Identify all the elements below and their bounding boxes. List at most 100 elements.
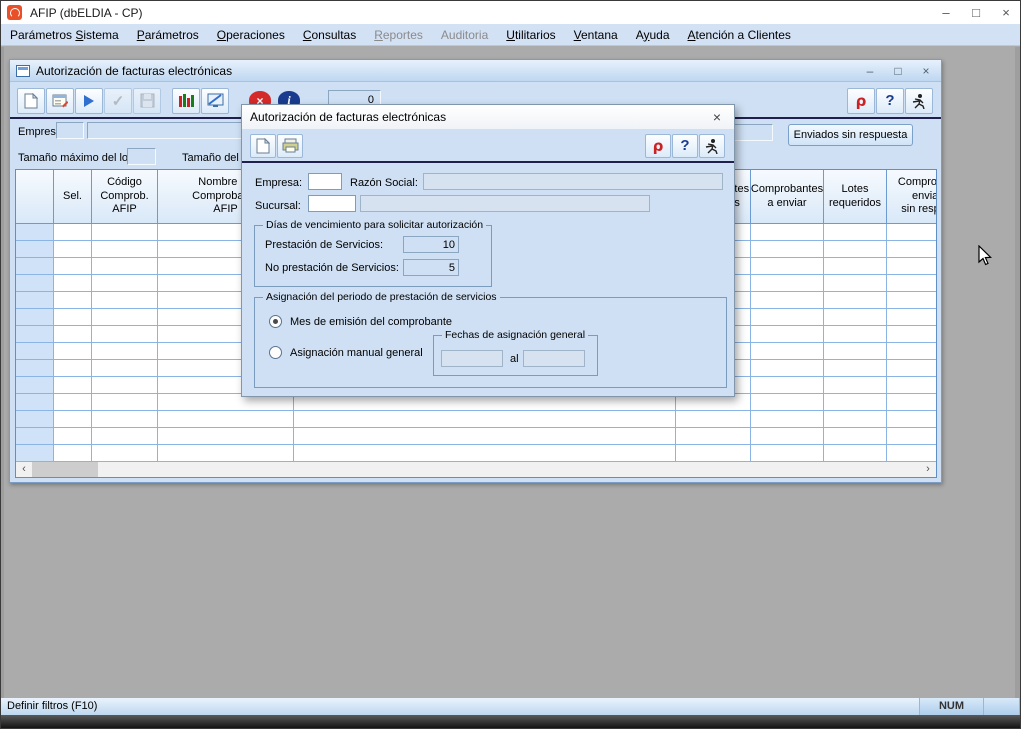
grid-cell[interactable] <box>92 343 158 359</box>
grid-cell[interactable] <box>751 360 824 376</box>
grid-cell[interactable] <box>54 445 92 461</box>
grid-cell[interactable] <box>92 394 158 410</box>
grid-cell[interactable] <box>54 241 92 257</box>
grid-cell[interactable] <box>676 428 751 444</box>
grid-cell[interactable] <box>824 258 887 274</box>
column-header-lotes[interactable]: Lotes requeridos <box>824 170 887 223</box>
grid-cell[interactable] <box>54 224 92 240</box>
grid-cell[interactable] <box>887 394 937 410</box>
grid-cell[interactable] <box>824 394 887 410</box>
grid-cell[interactable] <box>16 377 54 393</box>
properties-button[interactable] <box>46 88 74 114</box>
enviados-sin-respuesta-button[interactable]: Enviados sin respuesta <box>788 124 913 146</box>
grid-cell[interactable] <box>824 224 887 240</box>
grid-cell[interactable] <box>54 275 92 291</box>
column-header-sel[interactable]: Sel. <box>54 170 92 223</box>
grid-cell[interactable] <box>16 394 54 410</box>
column-header-codigo[interactable]: Código Comprob. AFIP <box>92 170 158 223</box>
grid-cell[interactable] <box>16 428 54 444</box>
child-minimize-icon[interactable]: – <box>861 64 879 78</box>
grid-cell[interactable] <box>887 377 937 393</box>
grid-cell[interactable] <box>751 275 824 291</box>
column-header-selector[interactable] <box>16 170 54 223</box>
save-button[interactable] <box>133 88 161 114</box>
close-icon[interactable]: × <box>998 5 1014 20</box>
grid-cell[interactable] <box>54 377 92 393</box>
grid-cell[interactable] <box>92 224 158 240</box>
run-button[interactable] <box>75 88 103 114</box>
grid-cell[interactable] <box>16 309 54 325</box>
new-document-button[interactable] <box>17 88 45 114</box>
grid-cell[interactable] <box>824 377 887 393</box>
grid-cell[interactable] <box>92 309 158 325</box>
grid-cell[interactable] <box>16 343 54 359</box>
grid-cell[interactable] <box>158 445 294 461</box>
empresa-name-field[interactable] <box>87 122 247 139</box>
menu-item-reportes[interactable]: Reportes <box>365 25 432 45</box>
dialog-close-icon[interactable]: × <box>708 109 726 125</box>
grid-cell[interactable] <box>54 326 92 342</box>
grid-cell[interactable] <box>16 326 54 342</box>
fecha-hasta-input[interactable] <box>523 350 585 367</box>
grid-cell[interactable] <box>751 224 824 240</box>
fecha-desde-input[interactable] <box>441 350 503 367</box>
grid-cell[interactable] <box>887 258 937 274</box>
grid-cell[interactable] <box>751 394 824 410</box>
minimize-icon[interactable]: – <box>938 5 954 20</box>
menu-item-utilitarios[interactable]: Utilitarios <box>497 25 564 45</box>
grid-cell[interactable] <box>92 326 158 342</box>
grid-cell[interactable] <box>751 445 824 461</box>
grid-cell[interactable] <box>887 275 937 291</box>
dialog-help-button[interactable]: ? <box>672 134 698 158</box>
grid-cell[interactable] <box>824 292 887 308</box>
column-header-a-enviar[interactable]: Comprobantes a enviar <box>751 170 824 223</box>
radio-asignacion-manual[interactable] <box>269 346 282 359</box>
menu-item-operaciones[interactable]: Operaciones <box>208 25 294 45</box>
grid-cell[interactable] <box>54 309 92 325</box>
grid-cell[interactable] <box>16 445 54 461</box>
grid-cell[interactable] <box>54 343 92 359</box>
grid-cell[interactable] <box>824 309 887 325</box>
grid-cell[interactable] <box>751 428 824 444</box>
razon-social-input[interactable] <box>423 173 723 190</box>
grid-cell[interactable] <box>16 258 54 274</box>
dialog-print-button[interactable] <box>277 134 303 158</box>
grid-cell[interactable] <box>92 445 158 461</box>
menu-item-parametros-sistema[interactable]: Parámetros Sistema <box>1 25 128 45</box>
grid-cell[interactable] <box>887 292 937 308</box>
grid-cell[interactable] <box>54 292 92 308</box>
grid-cell[interactable] <box>294 411 676 427</box>
grid-cell[interactable] <box>751 309 824 325</box>
empresa-code-field[interactable] <box>56 122 84 139</box>
grid-cell[interactable] <box>158 411 294 427</box>
grid-cell[interactable] <box>16 360 54 376</box>
grid-cell[interactable] <box>54 428 92 444</box>
no-prestacion-input[interactable] <box>403 259 459 276</box>
grid-cell[interactable] <box>92 292 158 308</box>
grid-cell[interactable] <box>92 411 158 427</box>
grid-cell[interactable] <box>824 275 887 291</box>
dialog-filter-button[interactable]: ρ <box>645 134 671 158</box>
menu-item-atencion-clientes[interactable]: Atención a Clientes <box>679 25 800 45</box>
tamano-maximo-field[interactable] <box>127 148 156 165</box>
grid-cell[interactable] <box>16 292 54 308</box>
grid-cell[interactable] <box>16 224 54 240</box>
child-title-bar[interactable]: Autorización de facturas electrónicas – … <box>10 60 941 82</box>
grid-cell[interactable] <box>751 377 824 393</box>
grid-cell[interactable] <box>751 343 824 359</box>
grid-cell[interactable] <box>824 360 887 376</box>
sucursal-input[interactable] <box>308 195 356 212</box>
scrollbar-thumb[interactable] <box>32 462 98 477</box>
menu-item-consultas[interactable]: Consultas <box>294 25 365 45</box>
grid-cell[interactable] <box>824 343 887 359</box>
dialog-exit-button[interactable] <box>699 134 725 158</box>
scroll-left-icon[interactable]: ‹ <box>16 462 32 477</box>
filter-button[interactable]: ρ <box>847 88 875 114</box>
grid-cell[interactable] <box>751 326 824 342</box>
dialog-empresa-input[interactable] <box>308 173 342 190</box>
maximize-icon[interactable]: □ <box>968 5 984 20</box>
grid-cell[interactable] <box>887 428 937 444</box>
grid-cell[interactable] <box>92 428 158 444</box>
grid-cell[interactable] <box>887 411 937 427</box>
grid-cell[interactable] <box>887 445 937 461</box>
